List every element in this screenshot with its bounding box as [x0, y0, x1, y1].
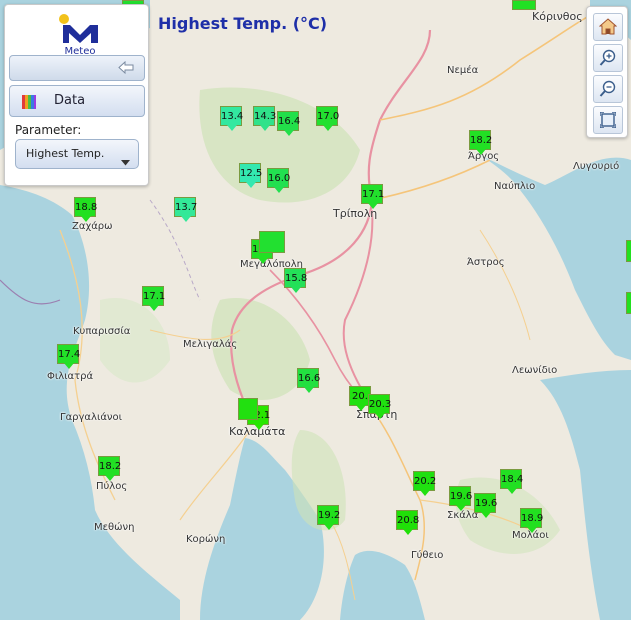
parameter-select-value: Highest Temp.	[26, 147, 105, 160]
zoom-out-icon	[599, 80, 617, 102]
station-marker[interactable]: 19.2	[317, 505, 340, 530]
meteo-logo: Meteo	[58, 13, 102, 57]
place-label-nafplio: Ναύπλιο	[494, 181, 536, 192]
zoom-in-icon	[599, 49, 617, 71]
place-label-gargalianoi: Γαργαλιάνοι	[60, 412, 123, 423]
station-marker-partial[interactable]	[626, 240, 631, 262]
station-marker[interactable]: 13.4	[220, 106, 243, 131]
station-marker[interactable]: 14.3	[253, 106, 276, 131]
zoom-in-button[interactable]	[593, 44, 623, 72]
place-label-leonidio: Λεωνίδιο	[512, 365, 558, 376]
place-label-methoni: Μεθώνη	[94, 522, 135, 533]
place-label-gytheio: Γύθειο	[411, 550, 444, 561]
map-title: Highest Temp. (°C)	[158, 14, 328, 33]
data-button-label: Data	[54, 93, 86, 108]
station-marker[interactable]: 18.8	[74, 197, 97, 222]
hand-pointer-icon	[118, 60, 134, 79]
home-button[interactable]	[593, 13, 623, 41]
parameter-label: Parameter:	[15, 123, 82, 137]
place-label-meligalas: Μελιγαλάς	[183, 339, 238, 350]
station-marker[interactable]: 13.7	[174, 197, 197, 222]
fullscreen-icon	[599, 111, 617, 132]
map-toolbar	[586, 6, 628, 138]
place-label-pylos: Πύλος	[96, 481, 128, 492]
fullscreen-button[interactable]	[593, 106, 623, 134]
station-marker[interactable]: 18.9	[520, 508, 543, 533]
station-marker[interactable]: 20.8	[396, 510, 419, 535]
place-label-korinthos: Κόρινθος	[532, 10, 583, 23]
place-label-nemea: Νεμέα	[447, 65, 479, 76]
station-marker[interactable]: 15.8	[284, 268, 307, 293]
collapse-panel-button[interactable]	[9, 55, 145, 81]
station-marker-partial[interactable]	[626, 292, 631, 314]
station-marker[interactable]: 17.4	[57, 344, 80, 369]
station-marker[interactable]: 20.3	[368, 394, 391, 419]
place-label-lygourio: Λυγουριό	[573, 161, 620, 172]
station-marker-partial[interactable]	[259, 231, 285, 253]
station-marker[interactable]: 18.2	[98, 456, 121, 481]
place-label-filiatra: Φιλιατρά	[47, 371, 94, 382]
station-marker[interactable]: 19.6	[449, 486, 472, 511]
home-icon	[598, 18, 618, 39]
station-marker[interactable]: 17.1	[361, 184, 384, 209]
chevron-down-icon	[121, 151, 130, 170]
place-label-kyparissia: Κυπαρισσία	[73, 326, 131, 337]
station-marker[interactable]: 17.0	[316, 106, 339, 131]
station-marker[interactable]: 16.0	[267, 168, 290, 193]
station-marker[interactable]: 18.4	[500, 469, 523, 494]
place-label-zacharo: Ζαχάρω	[72, 221, 113, 232]
place-label-koroni: Κορώνη	[186, 534, 226, 545]
station-marker[interactable]: 20.2	[413, 471, 436, 496]
color-palette-icon	[22, 94, 36, 113]
station-marker-partial[interactable]	[512, 0, 536, 10]
station-marker[interactable]: 16.4	[277, 111, 300, 136]
place-label-astros: Άστρος	[467, 257, 505, 268]
station-marker[interactable]: 19.6	[474, 493, 497, 518]
station-marker[interactable]: 17.1	[142, 286, 165, 311]
station-marker[interactable]: 18.2	[469, 130, 492, 155]
station-marker-partial[interactable]	[238, 398, 258, 420]
control-panel: Meteo Data Parameter: Highest Temp.	[4, 4, 149, 186]
station-marker[interactable]: 16.6	[297, 368, 320, 393]
logo-text: Meteo	[65, 46, 96, 55]
zoom-out-button[interactable]	[593, 75, 623, 103]
parameter-select[interactable]: Highest Temp.	[15, 139, 139, 169]
station-marker[interactable]: 12.5	[239, 163, 262, 188]
data-button[interactable]: Data	[9, 85, 145, 117]
